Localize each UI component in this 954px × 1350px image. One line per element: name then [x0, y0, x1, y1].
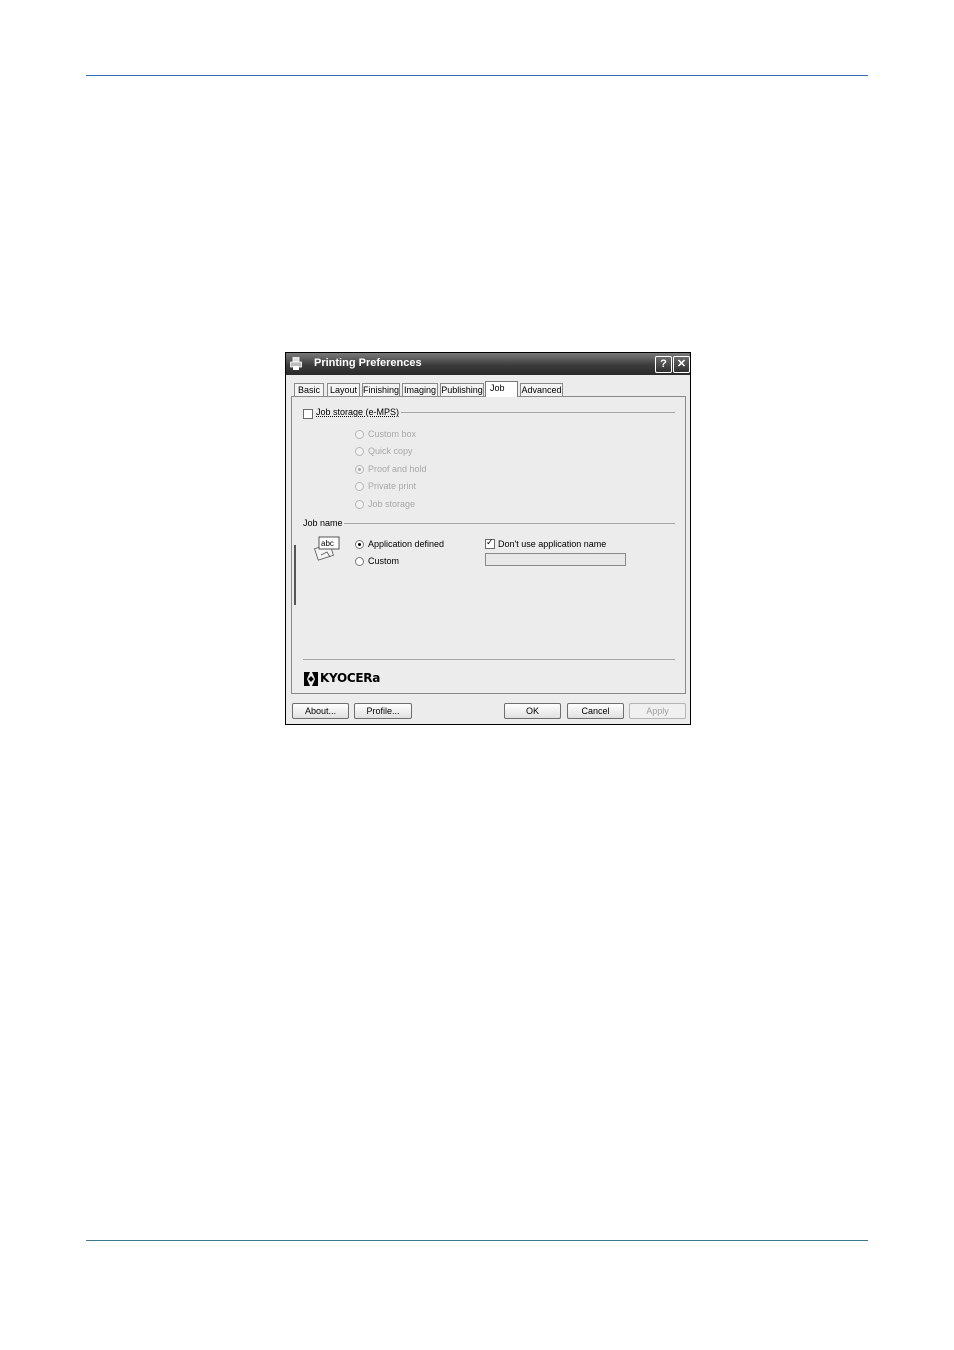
custom-job-name-input[interactable] [485, 553, 626, 566]
private-print-radio[interactable] [355, 482, 364, 491]
footer-divider [303, 659, 675, 660]
job-storage-checkbox[interactable] [303, 409, 313, 419]
dont-use-app-name-checkbox[interactable]: ✓ [485, 537, 495, 549]
custom-box-label: Custom box [368, 429, 417, 439]
about-button[interactable]: About... [292, 703, 349, 719]
abc-icon-text: abc [321, 539, 334, 548]
page-header-rule [86, 75, 868, 76]
proof-and-hold-radio[interactable] [355, 465, 364, 474]
application-defined-radio[interactable] [355, 540, 364, 549]
help-button[interactable]: ? [655, 356, 672, 373]
custom-name-radio[interactable] [355, 557, 364, 566]
apply-button[interactable]: Apply [629, 703, 686, 719]
printing-preferences-dialog: Printing Preferences ? ✕ Basic Layout Fi… [285, 352, 691, 725]
cancel-button[interactable]: Cancel [567, 703, 624, 719]
tab-layout[interactable]: Layout [327, 383, 360, 396]
application-defined-label: Application defined [368, 539, 445, 549]
custom-name-label: Custom [368, 556, 400, 566]
job-tab-panel: Job storage (e-MPS) Custom box Quick cop… [291, 396, 686, 694]
dialog-title: Printing Preferences [314, 357, 422, 369]
kyocera-logo-mark [304, 672, 318, 686]
tab-imaging[interactable]: Imaging [402, 383, 438, 396]
quick-copy-radio[interactable] [355, 447, 364, 456]
checkmark-icon: ✓ [486, 537, 494, 547]
job-name-group-label: Job name [303, 518, 343, 528]
close-button[interactable]: ✕ [673, 356, 690, 373]
private-print-label: Private print [368, 481, 417, 491]
profile-button[interactable]: Profile... [354, 703, 412, 719]
quick-copy-label: Quick copy [368, 446, 413, 456]
printer-icon [290, 357, 302, 370]
tab-job[interactable]: Job [485, 381, 518, 397]
tab-finishing[interactable]: Finishing [362, 383, 400, 396]
abc-label-icon: abc [314, 536, 340, 561]
dialog-title-bar[interactable]: Printing Preferences ? ✕ [286, 353, 690, 375]
dont-use-app-name-label: Don't use application name [498, 539, 607, 549]
job-storage-label: Job storage (e-MPS) [316, 407, 400, 417]
page-footer-rule [86, 1240, 868, 1241]
job-storage-divider [401, 412, 675, 413]
panel-edge-marker [294, 545, 296, 605]
job-storage-option-label: Job storage [368, 499, 416, 509]
radio-selected-dot [358, 543, 361, 546]
proof-and-hold-label: Proof and hold [368, 464, 427, 474]
tab-basic[interactable]: Basic [294, 383, 324, 396]
ok-button[interactable]: OK [504, 703, 561, 719]
job-name-divider [344, 523, 675, 524]
tab-publishing[interactable]: Publishing [440, 383, 484, 396]
custom-box-radio[interactable] [355, 430, 364, 439]
kyocera-logo-text: KYOCERa [320, 671, 381, 685]
tab-advanced[interactable]: Advanced [520, 383, 563, 396]
job-storage-radio[interactable] [355, 500, 364, 509]
radio-selected-dot [358, 468, 361, 471]
